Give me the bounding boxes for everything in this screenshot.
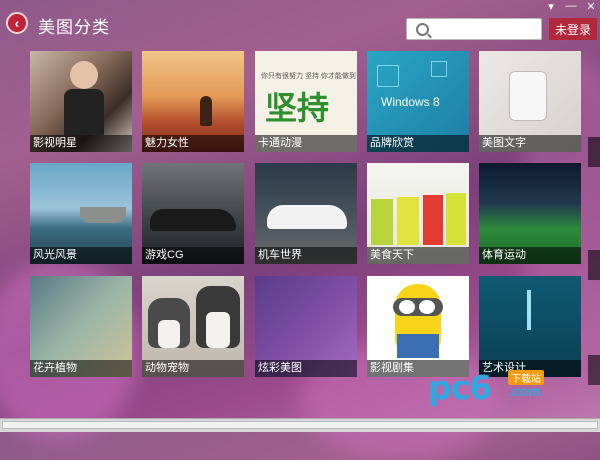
tile-label: 卡通动漫 (255, 135, 357, 152)
category-tile[interactable]: 影视剧集 (367, 276, 469, 377)
menu-dropdown-icon[interactable]: ▾ (544, 0, 558, 13)
tile-label: 品牌欣赏 (367, 135, 469, 152)
art-text: 坚持 (265, 90, 330, 126)
category-tile[interactable]: 游戏CG (142, 163, 244, 264)
category-tile[interactable]: 影视明星 (30, 51, 132, 152)
page-title: 美图分类 (38, 18, 110, 37)
category-tile[interactable]: 艺术设计 (479, 276, 581, 377)
scroll-right-button[interactable] (588, 355, 600, 385)
category-tile[interactable]: 魅力女性 (142, 51, 244, 152)
watermark-brand: pc6 (428, 368, 492, 407)
tile-label: 动物宠物 (142, 360, 244, 377)
tile-label: 炫彩美图 (255, 360, 357, 377)
close-icon[interactable]: ✕ (584, 0, 598, 13)
scroll-right-button[interactable] (588, 250, 600, 280)
tile-label: 花卉植物 (30, 360, 132, 377)
horizontal-scrollbar[interactable] (0, 418, 600, 432)
tile-label: 体育运动 (479, 247, 581, 264)
category-tile[interactable]: 美图文字 (479, 51, 581, 152)
tile-label: 美食天下 (367, 247, 469, 264)
back-button[interactable]: ‹ (6, 12, 28, 34)
title-bar: ‹ 美图分类 ▾ — ✕ 未登录 (0, 0, 600, 50)
category-tile[interactable]: 炫彩美图 (255, 276, 357, 377)
category-tile[interactable]: 体育运动 (479, 163, 581, 264)
chevron-left-icon: ‹ (14, 15, 20, 31)
window-controls: ▾ — ✕ (544, 0, 598, 13)
search-input[interactable] (406, 18, 542, 40)
tile-label: 机车世界 (255, 247, 357, 264)
category-tile[interactable]: Windows 8 品牌欣赏 (367, 51, 469, 152)
scrollbar-thumb[interactable] (2, 421, 598, 429)
category-tile[interactable]: 风光风景 (30, 163, 132, 264)
watermark-domain: .com (508, 383, 541, 399)
search-icon (416, 23, 429, 36)
art-caption: 你只有很努力 坚持 你才能做到 (261, 73, 356, 80)
login-button[interactable]: 未登录 (549, 18, 597, 40)
category-tile[interactable]: 花卉植物 (30, 276, 132, 377)
category-tile[interactable]: 动物宠物 (142, 276, 244, 377)
tile-label: 影视明星 (30, 135, 132, 152)
category-tile[interactable]: 你只有很努力 坚持 你才能做到 坚持 卡通动漫 (255, 51, 357, 152)
minimize-icon[interactable]: — (564, 0, 578, 13)
tile-label: 魅力女性 (142, 135, 244, 152)
scroll-right-button[interactable] (588, 137, 600, 167)
watermark-logo: pc6 下载站 .com (428, 368, 550, 408)
category-tile[interactable]: 机车世界 (255, 163, 357, 264)
category-grid: 影视明星 魅力女性 你只有很努力 坚持 你才能做到 坚持 卡通动漫 Window… (30, 51, 600, 377)
category-tile[interactable]: 美食天下 (367, 163, 469, 264)
art-text: Windows 8 (381, 95, 440, 109)
tile-label: 游戏CG (142, 247, 244, 264)
tile-label: 风光风景 (30, 247, 132, 264)
tile-label: 美图文字 (479, 135, 581, 152)
